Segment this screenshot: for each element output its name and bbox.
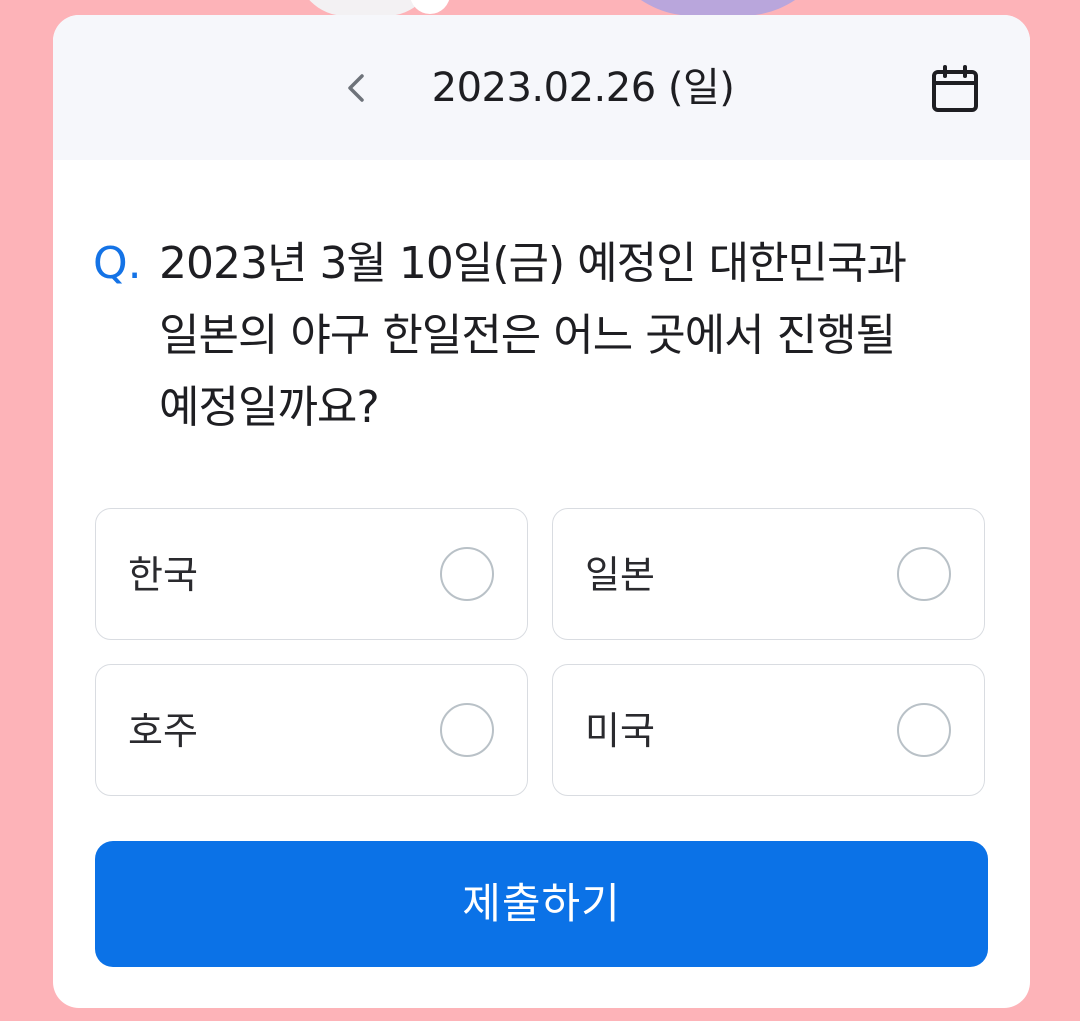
radio-circle-icon[interactable] bbox=[897, 547, 951, 601]
date-header: 2023.02.26 (일) bbox=[53, 15, 1030, 160]
radio-circle-icon[interactable] bbox=[440, 547, 494, 601]
option-label: 미국 bbox=[585, 709, 655, 753]
option-label: 한국 bbox=[128, 553, 198, 597]
chevron-left-icon bbox=[348, 74, 364, 102]
quiz-card: 2023.02.26 (일) Q. 2023년 3월 10일(금) 예정인 대한… bbox=[53, 15, 1030, 1008]
answer-option-1[interactable]: 한국 bbox=[95, 508, 528, 640]
option-label: 일본 bbox=[585, 553, 655, 597]
question-prefix: Q. bbox=[93, 238, 142, 289]
answer-option-4[interactable]: 미국 bbox=[552, 664, 985, 796]
submit-button[interactable]: 제출하기 bbox=[95, 841, 988, 967]
radio-circle-icon[interactable] bbox=[897, 703, 951, 757]
option-label: 호주 bbox=[128, 709, 198, 753]
radio-circle-icon[interactable] bbox=[440, 703, 494, 757]
answer-option-3[interactable]: 호주 bbox=[95, 664, 528, 796]
background-decoration-balloon bbox=[598, 0, 838, 16]
calendar-button[interactable] bbox=[927, 61, 983, 117]
background-decoration-figure-part bbox=[410, 0, 450, 14]
answer-option-2[interactable]: 일본 bbox=[552, 508, 985, 640]
previous-date-button[interactable] bbox=[338, 63, 374, 113]
calendar-icon bbox=[932, 65, 978, 112]
current-date: 2023.02.26 (일) bbox=[431, 65, 735, 111]
question-text: 2023년 3월 10일(금) 예정인 대한민국과 일본의 야구 한일전은 어느… bbox=[159, 238, 907, 433]
